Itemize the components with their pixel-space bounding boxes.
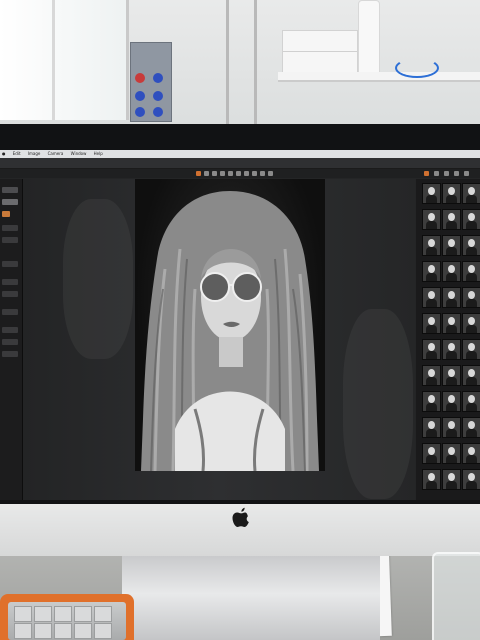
wall-pipe <box>226 0 229 124</box>
studio-window <box>0 0 129 120</box>
thumbnail[interactable] <box>462 287 480 308</box>
thumbnail[interactable] <box>442 417 461 438</box>
menu-item[interactable]: Camera <box>48 151 64 156</box>
water-glass <box>432 552 480 640</box>
thumbnail[interactable] <box>442 469 461 490</box>
tool-icon[interactable] <box>464 171 469 176</box>
tool-icon[interactable] <box>204 171 209 176</box>
menu-item[interactable]: Image <box>28 151 41 156</box>
tool-icon[interactable] <box>444 171 449 176</box>
inspector-control[interactable] <box>2 261 18 267</box>
inspector-control[interactable] <box>2 199 18 205</box>
tool-icon[interactable] <box>220 171 225 176</box>
wall-shelf <box>278 72 480 82</box>
thumbnail[interactable] <box>462 209 480 230</box>
image-viewer[interactable] <box>23 179 415 500</box>
external-hard-drive <box>0 594 134 640</box>
imac-monitor: ● Edit Image Camera Window Help <box>0 124 480 556</box>
tool-inspector-panel <box>0 179 23 500</box>
thumbnail[interactable] <box>442 235 461 256</box>
thumbnail[interactable] <box>462 261 480 282</box>
thumbnail[interactable] <box>422 417 441 438</box>
app-toolbar <box>0 169 480 178</box>
paper-roll <box>358 0 380 76</box>
thumbnail-browser <box>416 179 480 500</box>
menu-item[interactable]: Help <box>94 151 103 156</box>
inspector-control[interactable] <box>2 351 18 357</box>
tool-icon[interactable] <box>424 171 429 176</box>
monitor-bezel: ● Edit Image Camera Window Help <box>0 124 480 504</box>
electrical-panel <box>130 42 172 122</box>
tool-icon[interactable] <box>454 171 459 176</box>
inspector-control[interactable] <box>2 291 18 297</box>
monitor-stand <box>122 556 380 640</box>
thumbnail[interactable] <box>442 339 461 360</box>
wall-pipe <box>254 0 257 124</box>
apple-logo-icon <box>232 507 249 527</box>
inspector-control[interactable] <box>2 187 18 193</box>
thumbnail[interactable] <box>462 235 480 256</box>
thumbnail[interactable] <box>422 443 441 464</box>
inspector-control[interactable] <box>2 339 18 345</box>
thumbnail[interactable] <box>422 365 441 386</box>
storage-box <box>282 30 358 76</box>
tool-icon[interactable] <box>252 171 257 176</box>
tool-icon[interactable] <box>236 171 241 176</box>
inspector-control[interactable] <box>2 279 18 285</box>
inspector-control[interactable] <box>2 211 10 217</box>
tool-icon[interactable] <box>260 171 265 176</box>
portrait-figure <box>141 191 319 471</box>
tool-icon[interactable] <box>244 171 249 176</box>
scene: ● Edit Image Camera Window Help <box>0 0 480 640</box>
thumbnail[interactable] <box>422 313 441 334</box>
tool-icon[interactable] <box>196 171 201 176</box>
thumbnail[interactable] <box>422 235 441 256</box>
thumbnail[interactable] <box>442 261 461 282</box>
menu-item[interactable]: Window <box>71 151 87 156</box>
thumbnail[interactable] <box>442 209 461 230</box>
blue-cable <box>395 58 439 78</box>
tool-icon[interactable] <box>228 171 233 176</box>
thumbnail[interactable] <box>462 339 480 360</box>
tool-icon[interactable] <box>212 171 217 176</box>
thumbnail[interactable] <box>462 469 480 490</box>
thumbnail[interactable] <box>442 183 461 204</box>
tool-icon[interactable] <box>268 171 273 176</box>
inspector-control[interactable] <box>2 309 18 315</box>
inspector-control[interactable] <box>2 237 18 243</box>
thumbnail[interactable] <box>422 261 441 282</box>
screen-reflection <box>63 199 133 359</box>
inspector-control[interactable] <box>2 225 18 231</box>
thumbnail[interactable] <box>462 417 480 438</box>
thumbnail[interactable] <box>442 313 461 334</box>
app-title-bar <box>0 158 480 169</box>
thumbnail[interactable] <box>442 391 461 412</box>
thumbnail[interactable] <box>462 391 480 412</box>
thumbnail[interactable] <box>422 209 441 230</box>
thumbnail[interactable] <box>422 391 441 412</box>
tool-icon[interactable] <box>434 171 439 176</box>
menu-bar: ● Edit Image Camera Window Help <box>0 150 480 158</box>
thumbnail[interactable] <box>462 313 480 334</box>
thumbnail[interactable] <box>422 183 441 204</box>
thumbnail[interactable] <box>462 183 480 204</box>
apple-menu-icon[interactable]: ● <box>2 151 6 156</box>
menu-item[interactable]: Edit <box>13 151 21 156</box>
thumbnail[interactable] <box>442 365 461 386</box>
thumbnail[interactable] <box>462 443 480 464</box>
thumbnail[interactable] <box>422 339 441 360</box>
inspector-control[interactable] <box>2 327 18 333</box>
thumbnail[interactable] <box>442 443 461 464</box>
thumbnail[interactable] <box>462 365 480 386</box>
thumbnail[interactable] <box>442 287 461 308</box>
portrait-photo[interactable] <box>135 179 325 471</box>
monitor-screen: ● Edit Image Camera Window Help <box>0 150 480 500</box>
screen-reflection <box>343 309 413 499</box>
thumbnail[interactable] <box>422 469 441 490</box>
thumbnail[interactable] <box>422 287 441 308</box>
